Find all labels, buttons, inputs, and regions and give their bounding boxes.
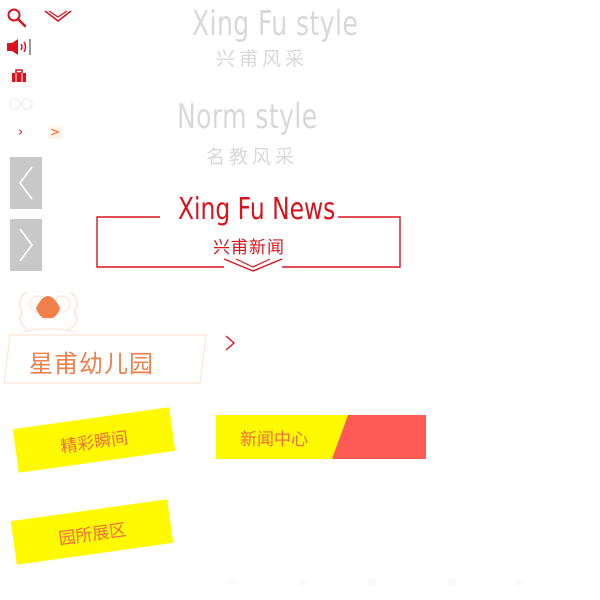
campus-display-button[interactable]: 园所展区 [10, 499, 174, 565]
news-center-label: 新闻中心 [240, 430, 308, 450]
moments-label: 精彩瞬间 [59, 427, 130, 458]
news-center-button[interactable]: 新闻中心 [216, 415, 426, 459]
news-title-en: Xing Fu News [178, 192, 336, 227]
chevron-right-icon[interactable] [224, 334, 236, 352]
norm-title-cn: 名教风采 [206, 146, 299, 168]
speaker-icon[interactable] [6, 38, 32, 56]
chevron-right-icon [19, 228, 33, 262]
chevron-down-icon[interactable] [43, 8, 73, 26]
kindergarten-logo [19, 291, 78, 333]
style-title-en: Xing Fu style [192, 4, 359, 44]
decorative-dots [228, 578, 522, 586]
next-button[interactable] [10, 219, 42, 271]
small-arrow-right-2[interactable]: > [48, 126, 63, 139]
chevron-left-icon [19, 166, 33, 200]
moments-button[interactable]: 精彩瞬间 [12, 407, 176, 473]
campus-display-label: 园所展区 [57, 519, 128, 550]
small-arrow-right-1[interactable]: › [18, 126, 23, 139]
briefcase-icon[interactable] [11, 69, 27, 83]
faded-app-icon [9, 98, 33, 110]
norm-title-en: Norm style [177, 97, 318, 137]
kindergarten-name: 星甫幼儿园 [29, 350, 154, 378]
style-title-cn: 兴甫风采 [216, 48, 309, 70]
news-title-cn: 兴甫新闻 [213, 238, 285, 258]
search-icon[interactable] [6, 7, 28, 29]
prev-button[interactable] [10, 157, 42, 209]
